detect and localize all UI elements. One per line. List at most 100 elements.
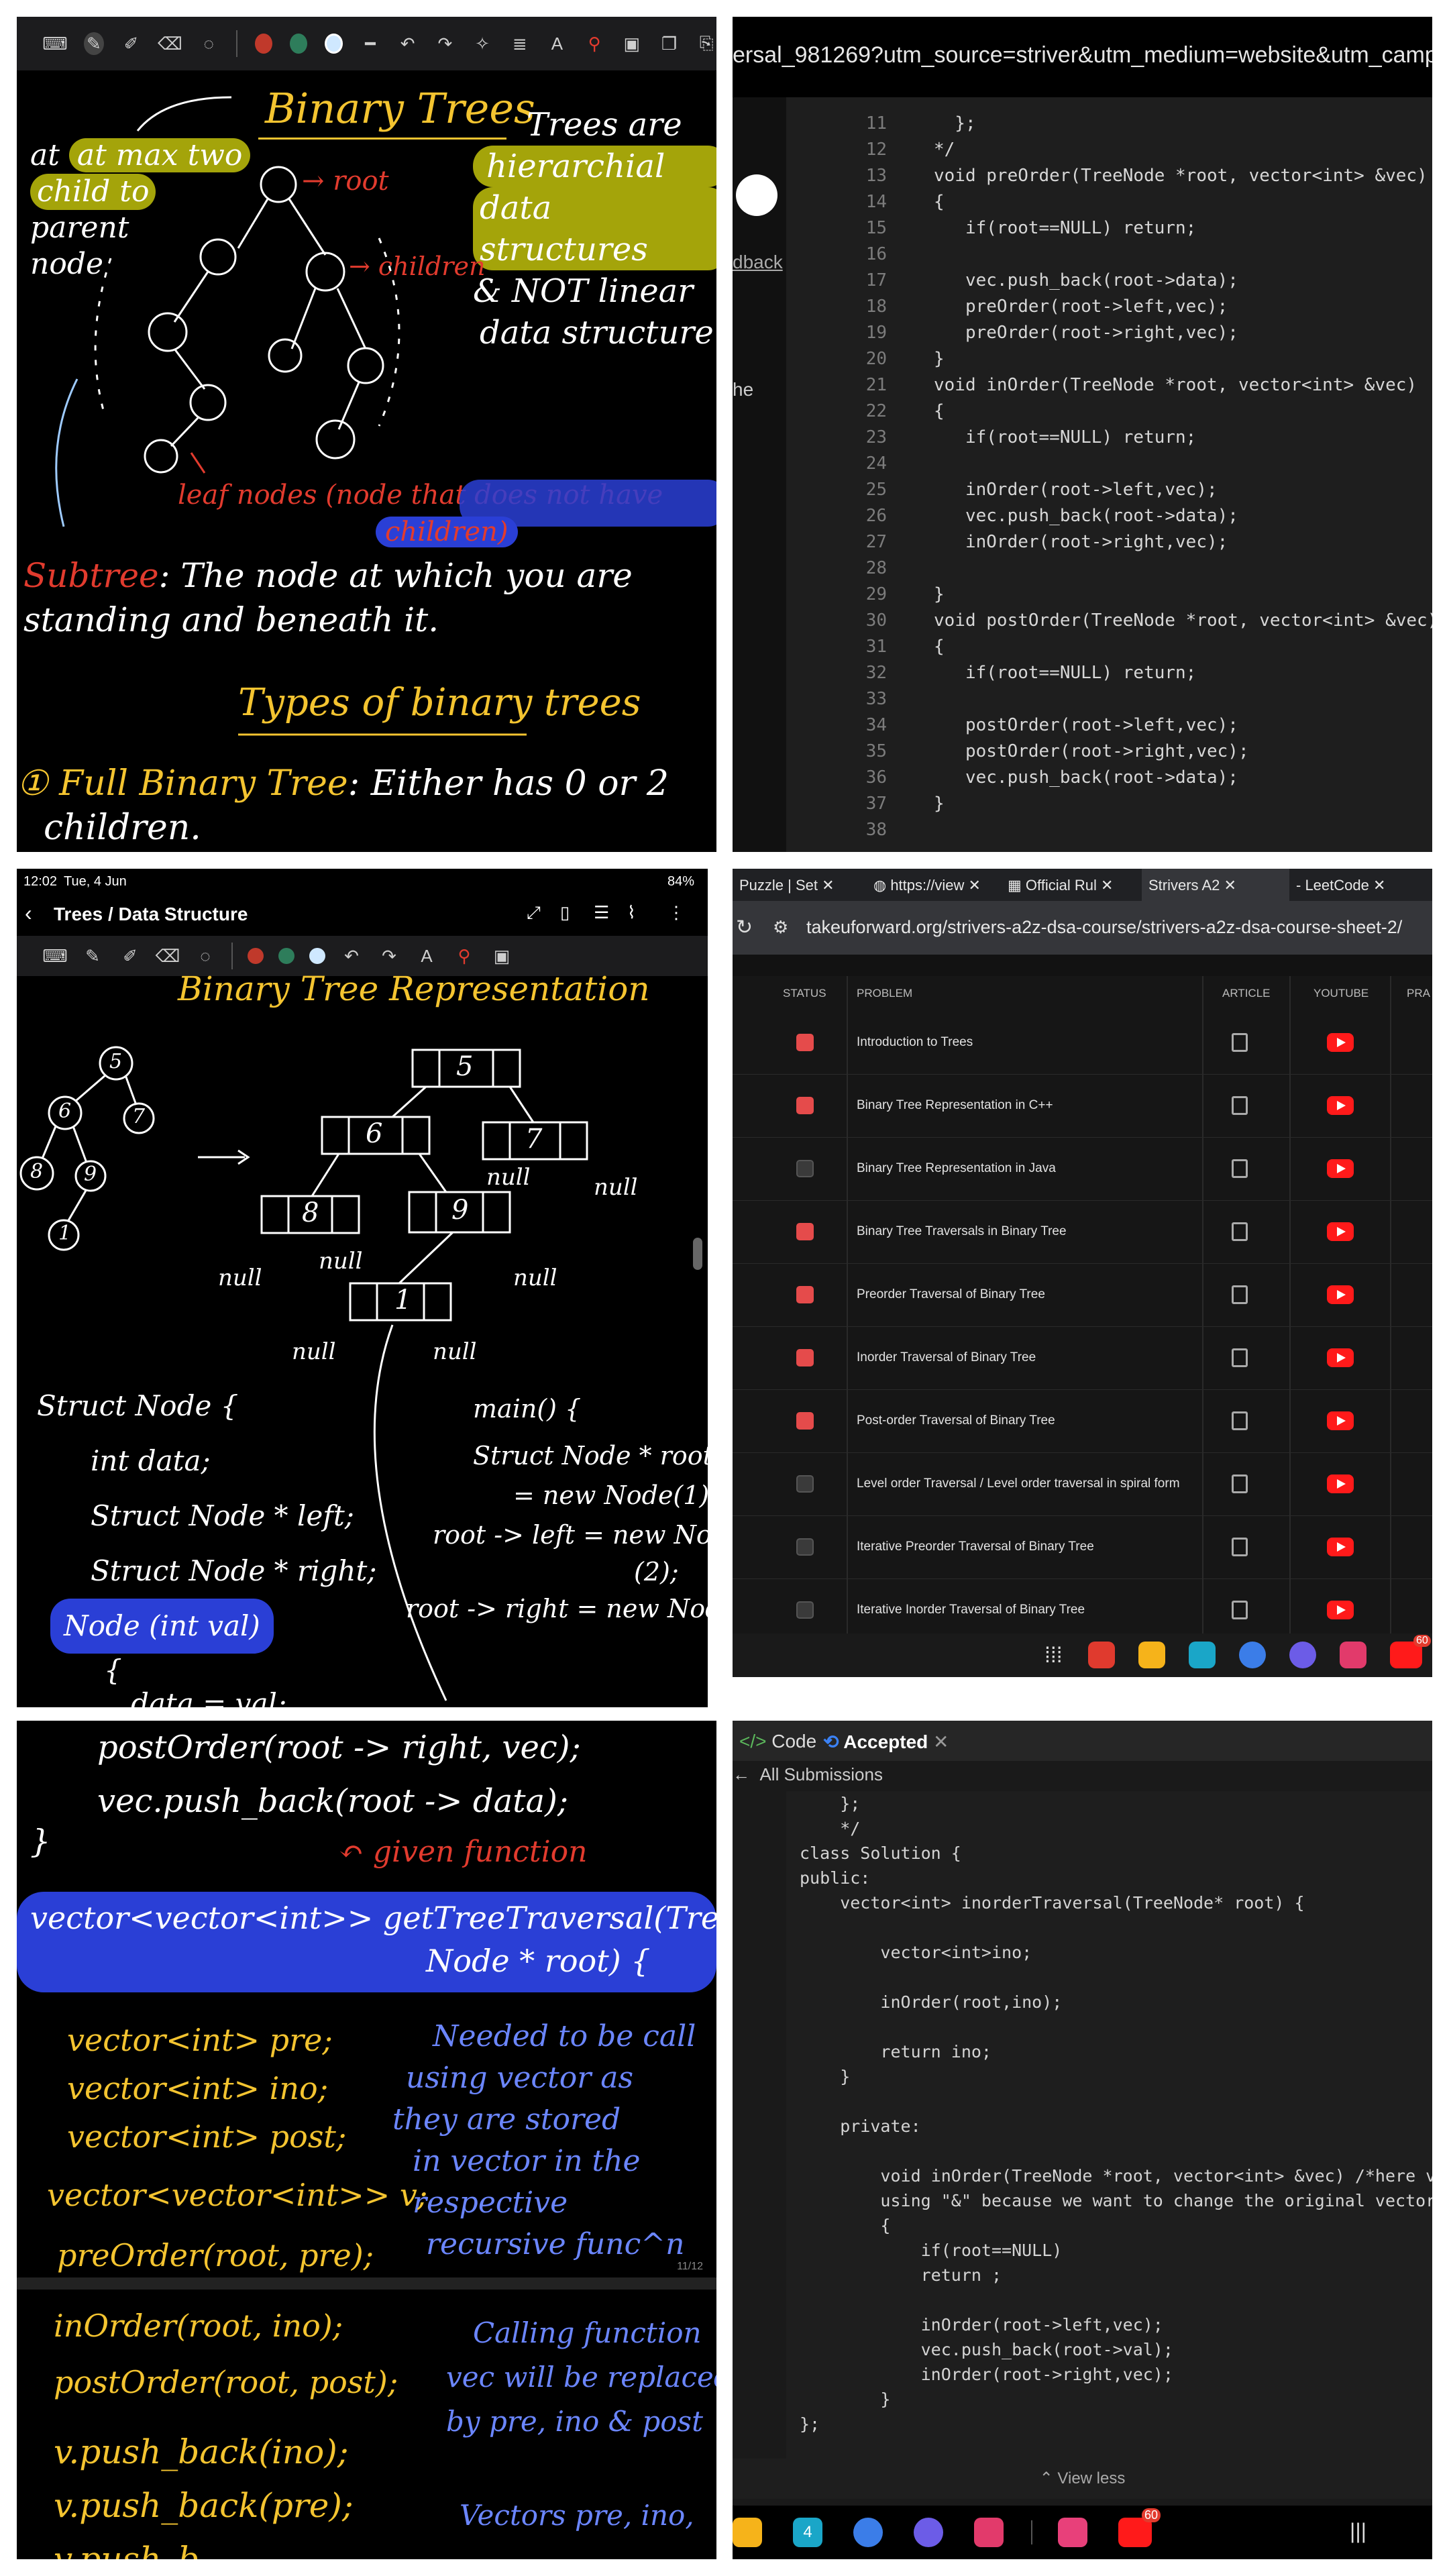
all-submissions-link[interactable]: ← All Submissions [733, 1764, 883, 1785]
view-less-button[interactable]: ⌃ View less [733, 2459, 1432, 2499]
youtube-icon[interactable] [1327, 1033, 1354, 1052]
article-icon[interactable] [1232, 1096, 1248, 1115]
problem-name[interactable]: Binary Tree Traversals in Binary Tree [857, 1200, 1067, 1263]
call-line: postOrder(root, post); [54, 2364, 398, 2400]
code-line: 26 vec.push_back(root->data); [800, 503, 1432, 529]
app-icon[interactable] [1088, 1642, 1115, 1668]
flower-app-icon[interactable] [1058, 2518, 1087, 2547]
article-icon[interactable] [1232, 1538, 1248, 1556]
folder-icon[interactable] [733, 2518, 762, 2547]
apps-grid-icon[interactable]: ⁞⁞⁞ [1044, 1643, 1063, 1668]
box-8: 8 [302, 1197, 319, 1228]
youtube-icon[interactable] [1327, 1096, 1354, 1115]
article-icon[interactable] [1232, 1411, 1248, 1430]
problem-name[interactable]: Iterative Preorder Traversal of Binary T… [857, 1515, 1094, 1578]
url-text[interactable]: takeuforward.org/strivers-a2z-dsa-course… [806, 917, 1402, 938]
article-icon[interactable] [1232, 1474, 1248, 1493]
notes-panel-representation: 12:02 Tue, 4 Jun 84% ‹ Trees / Data Stru… [17, 869, 708, 1707]
site-info-icon[interactable]: ⚙ [773, 917, 788, 938]
youtube-icon[interactable] [1327, 1159, 1354, 1178]
code-line: }; [800, 2414, 820, 2434]
recents-icon[interactable]: ||| [1350, 2519, 1366, 2544]
tab[interactable]: Puzzle | Set ✕ [733, 869, 867, 901]
tab-code[interactable]: </> Code [739, 1731, 816, 1752]
article-icon[interactable] [1232, 1222, 1248, 1241]
null-label: null [594, 1174, 638, 1201]
folder-icon[interactable] [1138, 1642, 1165, 1668]
camera-icon[interactable] [974, 2518, 1004, 2547]
line-number: 34 [865, 715, 887, 735]
code-viewer[interactable]: }; */ class Solution {public: vector<int>… [786, 1791, 1432, 2462]
youtube-icon[interactable] [1327, 1411, 1354, 1430]
tab[interactable]: ▦ Official Rul ✕ [1001, 869, 1142, 901]
status-checkbox[interactable] [796, 1538, 814, 1556]
table-row: Level order Traversal / Level order trav… [733, 1452, 1432, 1516]
avatar[interactable] [736, 174, 777, 216]
status-checkbox[interactable] [796, 1349, 814, 1366]
table-row: Binary Tree Representation in Java [733, 1137, 1432, 1201]
calendar-icon[interactable]: 4 [793, 2518, 822, 2547]
article-icon[interactable] [1232, 1348, 1248, 1367]
tab[interactable]: - LeetCode ✕ [1289, 869, 1424, 901]
problem-name[interactable]: Iterative Inorder Traversal of Binary Tr… [857, 1578, 1085, 1642]
code-editor[interactable]: 11 }; 12 */ 13 void preOrder(TreeNode *root,… [800, 97, 1432, 852]
problem-name[interactable]: Post-order Traversal of Binary Tree [857, 1389, 1055, 1452]
notification-badge: 60 [1142, 2508, 1161, 2522]
url-bar[interactable]: ersal_981269?utm_source=striver&utm_medi… [733, 17, 1432, 97]
status-checkbox[interactable] [796, 1601, 814, 1619]
problem-name[interactable]: Level order Traversal / Level order trav… [857, 1452, 1180, 1515]
youtube-icon[interactable] [1327, 1474, 1354, 1493]
reload-icon[interactable]: ↻ [736, 916, 753, 939]
decl-note-line: Needed to be call [433, 2019, 696, 2053]
youtube-icon[interactable] [1327, 1222, 1354, 1241]
youtube-icon[interactable] [1327, 1538, 1354, 1556]
col-youtube: YOUTUBE [1313, 987, 1369, 1000]
youtube-icon[interactable] [1327, 1601, 1354, 1619]
browser-icon[interactable] [1289, 1642, 1316, 1668]
article-icon[interactable] [1232, 1285, 1248, 1304]
tab-accepted[interactable]: ⟲ Accepted ✕ [823, 1731, 949, 1753]
browser-icon[interactable] [914, 2518, 943, 2547]
main-line: main() { [473, 1394, 582, 1424]
address-bar[interactable]: ↻ ⚙ takeuforward.org/strivers-a2z-dsa-co… [733, 901, 1432, 955]
tab[interactable]: ◍ https://view ✕ [867, 869, 1001, 901]
taskbar: ⁞⁞⁞ 60 [733, 1633, 1432, 1677]
scroll-handle[interactable] [693, 1238, 702, 1270]
chat-icon[interactable] [1239, 1642, 1266, 1668]
status-checkbox[interactable] [796, 1034, 814, 1051]
status-checkbox[interactable] [796, 1097, 814, 1114]
code-text: vec.push_back(root->data); [934, 270, 1238, 290]
status-checkbox[interactable] [796, 1223, 814, 1240]
status-checkbox[interactable] [796, 1475, 814, 1493]
tab-active[interactable]: Strivers A2 ✕ [1142, 869, 1289, 901]
camera-icon[interactable] [1340, 1642, 1366, 1668]
article-icon[interactable] [1232, 1601, 1248, 1619]
status-checkbox[interactable] [796, 1412, 814, 1430]
line-number: 19 [865, 323, 887, 343]
url-text[interactable]: ersal_981269?utm_source=striver&utm_medi… [733, 42, 1432, 68]
line-number: 32 [865, 663, 887, 683]
code-text: } [934, 349, 945, 369]
status-checkbox[interactable] [796, 1160, 814, 1177]
problem-name[interactable]: Preorder Traversal of Binary Tree [857, 1263, 1045, 1326]
struct-code: Struct Node { int data; Struct Node * le… [37, 1379, 376, 1707]
youtube-icon[interactable] [1327, 1285, 1354, 1304]
article-icon[interactable] [1232, 1159, 1248, 1178]
code-line: 19 preOrder(root->right,vec); [800, 320, 1432, 346]
status-checkbox[interactable] [796, 1286, 814, 1303]
decl-note-line: in vector in the [413, 2144, 641, 2178]
signature-line: Node * root) { [426, 1943, 651, 1979]
code-line: 32 if(root==NULL) return; [800, 660, 1432, 686]
problem-name[interactable]: Introduction to Trees [857, 1011, 973, 1074]
code-text: } [934, 584, 945, 604]
chat-icon[interactable] [853, 2518, 883, 2547]
problem-name[interactable]: Binary Tree Representation in C++ [857, 1074, 1053, 1137]
article-icon[interactable] [1232, 1033, 1248, 1052]
problem-name[interactable]: Binary Tree Representation in Java [857, 1137, 1056, 1200]
feedback-link[interactable]: dback [733, 252, 783, 273]
youtube-icon[interactable] [1327, 1348, 1354, 1367]
node-7: 7 [132, 1105, 146, 1128]
code-text: { [934, 637, 945, 657]
problem-name[interactable]: Inorder Traversal of Binary Tree [857, 1326, 1036, 1389]
calendar-icon[interactable] [1189, 1642, 1216, 1668]
